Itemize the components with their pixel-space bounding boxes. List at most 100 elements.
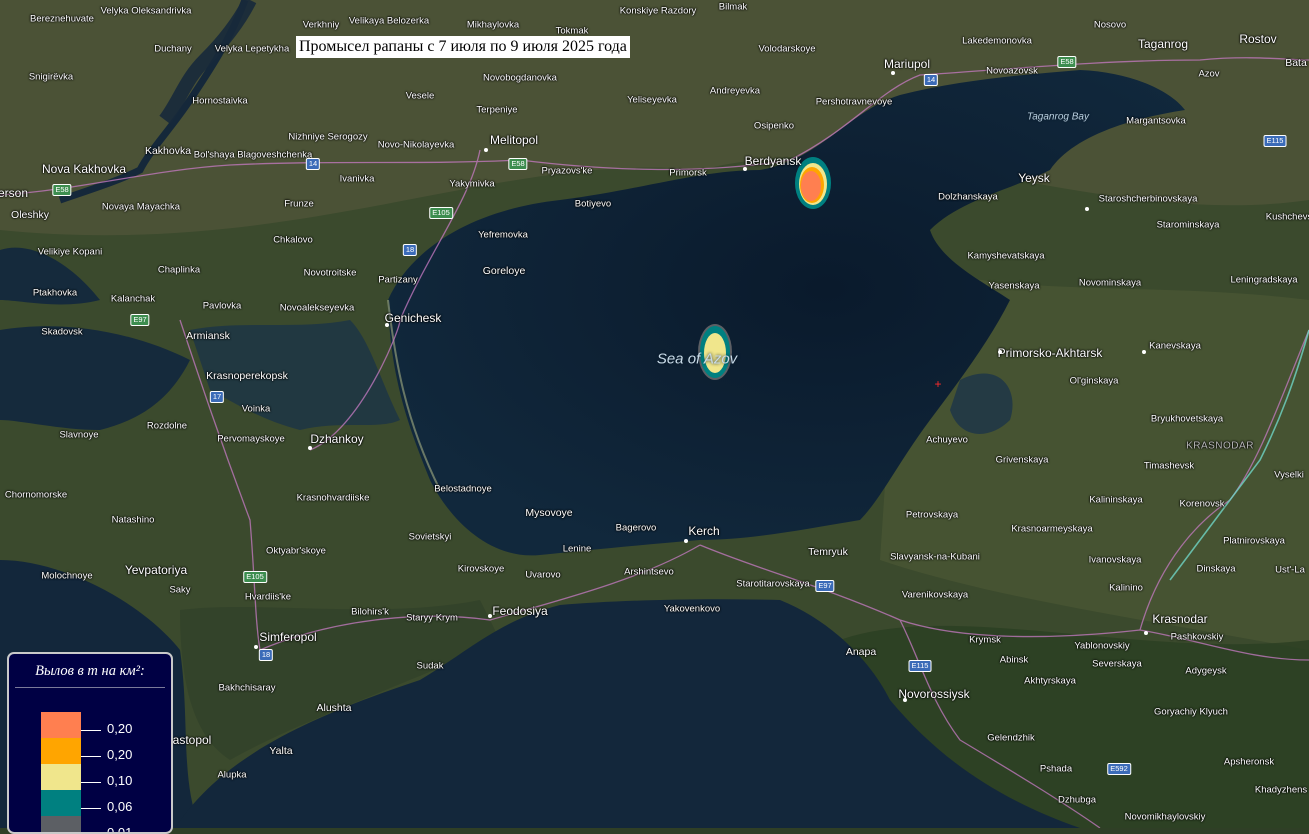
place-label: Krasnoperekopsk xyxy=(206,370,288,382)
legend-swatch xyxy=(41,790,81,816)
place-label: Rozdolne xyxy=(146,420,188,432)
place-label: Ptakhovka xyxy=(32,287,78,299)
map-canvas[interactable] xyxy=(0,0,1309,828)
place-label: Novominskaya xyxy=(1078,277,1142,289)
place-label: Dinskaya xyxy=(1196,563,1236,575)
road-shield: 14 xyxy=(923,74,939,86)
place-label: Bagerovo xyxy=(615,522,657,534)
city-dot xyxy=(385,323,389,327)
place-label: Velyka Lepetykha xyxy=(214,43,290,55)
place-label: Goryachiy Klyuch xyxy=(1154,706,1228,718)
legend-value: 0,01 xyxy=(107,825,133,834)
place-label: Melitopol xyxy=(489,133,539,147)
legend-item: 0,06 xyxy=(41,790,171,816)
place-label: Kalanchak xyxy=(110,293,156,305)
city-dot xyxy=(684,539,688,543)
place-label: Hornostaivka xyxy=(192,95,248,107)
place-label: Dolzhanskaya xyxy=(938,191,998,203)
place-label: Chkalovo xyxy=(273,234,313,246)
place-label: Pervomayskoye xyxy=(217,433,285,445)
place-label: Terpeniye xyxy=(476,104,518,116)
road-shield: E97 xyxy=(815,580,835,592)
place-label: Apsheronsk xyxy=(1223,756,1275,768)
position-marker-icon[interactable]: + xyxy=(934,378,941,390)
place-label: Velikiye Kopani xyxy=(37,246,103,258)
place-label: astopol xyxy=(172,733,212,747)
place-label: Natashino xyxy=(111,514,155,526)
place-label: Simferopol xyxy=(259,630,317,644)
place-label: Novoazovsk xyxy=(986,65,1038,77)
place-label: Pershotravnevoye xyxy=(815,96,893,108)
kuban-lagoons xyxy=(950,373,1013,434)
place-label: Ust'-La xyxy=(1275,564,1305,576)
legend-swatch xyxy=(41,712,81,738)
place-label: Nova Kakhovka xyxy=(41,162,127,176)
place-label: Novoalekseyevka xyxy=(279,302,355,314)
place-label: Yeysk xyxy=(1018,171,1050,185)
place-label: Partizany xyxy=(378,274,418,286)
legend-value: 0,06 xyxy=(107,799,133,814)
city-dot xyxy=(1142,350,1146,354)
place-label: Khadyzhens xyxy=(1254,784,1308,796)
city-dot xyxy=(1085,207,1089,211)
region-label: KRASNODAR xyxy=(1186,440,1254,452)
place-label: Chaplinka xyxy=(157,264,201,276)
road-shield: 14 xyxy=(305,158,321,170)
place-label: Varenikovskaya xyxy=(901,589,969,601)
place-label: Skadovsk xyxy=(41,326,83,338)
place-label: Novo-Nikolayevka xyxy=(377,139,455,151)
place-label: Novomikhaylovskiy xyxy=(1124,811,1206,823)
city-dot xyxy=(484,148,488,152)
place-label: Yefremovka xyxy=(478,229,528,241)
place-label: Mikhaylovka xyxy=(466,19,520,31)
place-label: Kalinino xyxy=(1109,582,1143,594)
legend-item: 0,01 xyxy=(41,816,171,834)
place-label: Sovietskyi xyxy=(408,531,452,543)
place-label: Alushta xyxy=(316,702,352,714)
place-label: Primorsk xyxy=(669,167,707,179)
place-label: Feodosiya xyxy=(492,604,548,618)
city-dot xyxy=(903,698,907,702)
city-dot xyxy=(488,614,492,618)
place-label: Kanevskaya xyxy=(1149,340,1201,352)
place-label: Volodarskoye xyxy=(758,43,816,55)
place-label: Vyselki xyxy=(1274,469,1304,481)
place-label: Adygeysk xyxy=(1185,665,1227,677)
place-label: Krasnoarmeyskaya xyxy=(1011,523,1093,535)
road-shield: 18 xyxy=(402,244,418,256)
place-label: Novaya Mayachka xyxy=(101,201,181,213)
city-dot xyxy=(308,446,312,450)
legend-item: 0,10 xyxy=(41,764,171,790)
place-label: Ivanivka xyxy=(339,173,375,185)
place-label: Genichesk xyxy=(384,311,442,325)
legend-panel: Вылов в т на км²: 0,20 0,20 0,10 0,06 0,… xyxy=(7,652,173,834)
legend-swatch xyxy=(41,764,81,790)
place-label: Mariupol xyxy=(883,57,931,71)
place-label: Velyka Oleksandrivka xyxy=(100,5,192,17)
place-label: Andreyevka xyxy=(709,85,761,97)
place-label: Azov xyxy=(1198,68,1220,80)
city-dot xyxy=(1144,631,1148,635)
place-label: Kirovskoye xyxy=(457,563,505,575)
place-label: Grivenskaya xyxy=(995,454,1049,466)
place-label: Achuyevo xyxy=(926,434,968,446)
place-label: Goreloye xyxy=(482,265,526,277)
road-shield: 17 xyxy=(209,391,225,403)
place-label: Bata xyxy=(1285,57,1307,69)
place-label: Botiyevo xyxy=(574,198,612,210)
map-title: Промысел рапаны с 7 июля по 9 июля 2025 … xyxy=(296,36,630,58)
place-label: Akhtyrskaya xyxy=(1024,675,1076,687)
place-label: Temryuk xyxy=(808,546,848,558)
place-label: erson xyxy=(0,186,29,200)
place-label: Petrovskaya xyxy=(905,509,959,521)
city-dot xyxy=(743,167,747,171)
road-shield: E115 xyxy=(1263,135,1287,147)
place-label: Pryazovs'ke xyxy=(541,165,593,177)
place-label: Yalta xyxy=(269,745,293,757)
place-label: Dzhankoy xyxy=(310,432,364,446)
place-label: Duchany xyxy=(154,43,192,55)
place-label: Ivanovskaya xyxy=(1088,554,1142,566)
place-label: Ol'ginskaya xyxy=(1069,375,1119,387)
place-label: Verkhniy xyxy=(302,19,340,31)
place-label: Slavnoye xyxy=(59,429,99,441)
